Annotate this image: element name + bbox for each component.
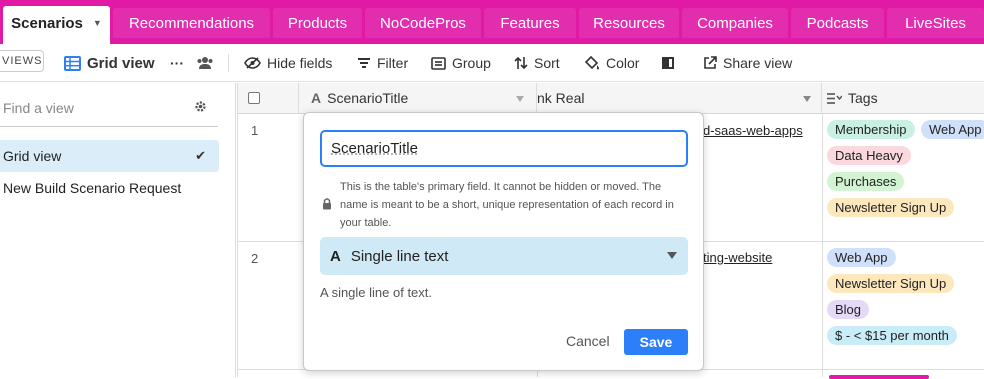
- link-cell[interactable]: d-saas-web-apps: [703, 123, 803, 138]
- select-all-checkbox[interactable]: [248, 92, 260, 104]
- tab-products[interactable]: Products: [273, 8, 362, 38]
- tag-chip: Web App: [921, 120, 984, 139]
- column-header-link-real[interactable]: nk Real: [537, 83, 822, 114]
- paint-bucket-icon: [584, 55, 600, 71]
- tag-chip: Membership: [827, 120, 915, 139]
- divider: [228, 54, 229, 72]
- grid-line: [237, 83, 238, 377]
- find-view-input[interactable]: Find a view: [3, 100, 74, 116]
- view-name: Grid view: [87, 54, 155, 72]
- row-number: 2: [251, 251, 259, 266]
- text-field-icon: A: [330, 247, 341, 265]
- divider: [0, 126, 218, 127]
- chevron-down-icon[interactable]: [516, 96, 524, 102]
- share-view-label: Share view: [723, 55, 793, 71]
- grid-line: [822, 114, 823, 377]
- grid-icon: [64, 55, 81, 71]
- lock-icon: [322, 197, 332, 215]
- group-label: Group: [452, 55, 491, 71]
- column-label: nk Real: [537, 90, 585, 106]
- chevron-down-icon[interactable]: ▼: [93, 18, 102, 28]
- text-field-icon: A: [311, 90, 322, 106]
- tab-livesites[interactable]: LiveSites: [887, 8, 984, 38]
- sidebar-item-new-build-scenario-request[interactable]: New Build Scenario Request: [0, 172, 219, 204]
- gear-icon[interactable]: [194, 100, 207, 118]
- check-icon: ✔: [195, 148, 206, 163]
- view-label: New Build Scenario Request: [3, 180, 182, 196]
- tab-podcasts[interactable]: Podcasts: [791, 8, 884, 38]
- column-label: Tags: [848, 90, 878, 106]
- tab-resources[interactable]: Resources: [579, 8, 679, 38]
- tag-chip: $ - < $15 per month: [827, 326, 957, 345]
- chevron-down-icon[interactable]: [803, 96, 811, 102]
- view-toolbar: VIEWS Grid view ··· Hide fields Filter G…: [0, 44, 984, 82]
- share-view-button[interactable]: Share view: [703, 44, 792, 82]
- cancel-button[interactable]: Cancel: [566, 333, 610, 349]
- group-icon: [431, 56, 446, 70]
- tab-scenarios[interactable]: Scenarios ▼: [3, 6, 110, 44]
- color-button[interactable]: Color: [584, 44, 639, 82]
- tab-nocodepros[interactable]: NoCodePros: [365, 8, 481, 38]
- field-type-description: A single line of text.: [320, 285, 433, 300]
- tab-recommendations[interactable]: Recommendations: [113, 8, 270, 38]
- field-type-label: Single line text: [350, 247, 449, 265]
- link-cell[interactable]: ting-website: [703, 250, 772, 265]
- save-button[interactable]: Save: [624, 329, 688, 355]
- filter-button[interactable]: Filter: [357, 44, 408, 82]
- table-tab-bar: Scenarios ▼ Recommendations Products NoC…: [0, 0, 984, 44]
- sort-icon: [514, 56, 528, 70]
- view-switcher[interactable]: Grid view: [64, 44, 155, 82]
- tab-companies[interactable]: Companies: [682, 8, 788, 38]
- tag-chip: Data Heavy: [827, 146, 911, 165]
- more-options-icon[interactable]: ···: [170, 44, 184, 82]
- field-name-input[interactable]: ScenarioTitle: [320, 130, 688, 167]
- column-label: ScenarioTitle: [327, 90, 409, 106]
- tag-chip-partial: [829, 375, 929, 379]
- select-all-header: [237, 83, 299, 114]
- tag-chip: Purchases: [827, 172, 905, 191]
- tag-chip: Newsletter Sign Up: [827, 274, 955, 293]
- views-sidebar: Find a view Grid view ✔ New Build Scenar…: [0, 83, 236, 377]
- collaborators-icon[interactable]: [196, 44, 214, 82]
- field-editor-popover: ScenarioTitle This is the table's primar…: [303, 112, 704, 371]
- sort-label: Sort: [534, 55, 560, 71]
- tab-features[interactable]: Features: [484, 8, 576, 38]
- column-header-tags[interactable]: Tags: [822, 83, 984, 114]
- hide-fields-button[interactable]: Hide fields: [244, 44, 332, 82]
- color-label: Color: [606, 55, 640, 71]
- tab-label: Scenarios: [11, 14, 83, 32]
- column-header-scenariotitle[interactable]: A ScenarioTitle: [299, 83, 537, 114]
- sidebar-item-grid-view[interactable]: Grid view ✔: [0, 140, 219, 172]
- view-label: Grid view: [3, 148, 62, 164]
- primary-field-note: This is the table's primary field. It ca…: [340, 181, 674, 229]
- filter-label: Filter: [377, 55, 409, 71]
- tag-chip: Blog: [827, 300, 870, 319]
- multi-select-icon: [826, 92, 842, 105]
- row-height-icon[interactable]: [661, 44, 675, 82]
- hide-fields-label: Hide fields: [267, 55, 333, 71]
- eye-off-icon: [244, 57, 261, 69]
- share-icon: [703, 56, 717, 70]
- row-number: 1: [251, 123, 259, 138]
- chevron-down-icon: [667, 252, 677, 259]
- sort-button[interactable]: Sort: [514, 44, 560, 82]
- group-button[interactable]: Group: [431, 44, 491, 82]
- field-type-select[interactable]: A Single line text: [320, 237, 688, 275]
- tag-chip: Newsletter Sign Up: [827, 198, 955, 217]
- filter-icon: [357, 57, 371, 69]
- views-toggle[interactable]: VIEWS: [0, 50, 44, 72]
- tag-chip: Web App: [827, 248, 896, 267]
